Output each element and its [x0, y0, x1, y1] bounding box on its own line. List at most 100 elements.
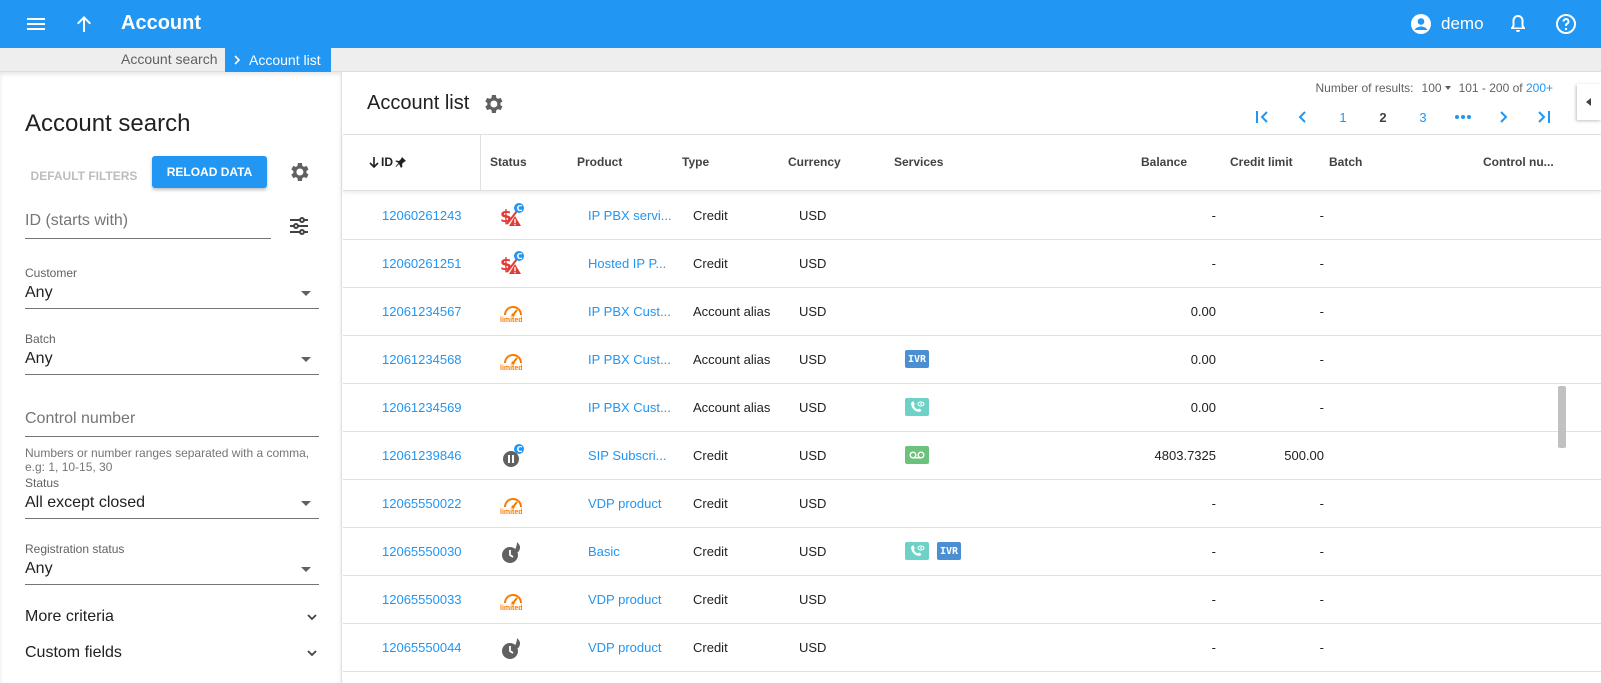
table-row[interactable]: 12061239846 C SIP Subscri... Credit USD 4803.… — [343, 432, 1601, 480]
type-cell: Credit — [693, 256, 728, 271]
control-number-input[interactable]: Control number — [25, 410, 319, 437]
side-panel-toggle[interactable] — [1577, 84, 1601, 120]
bell-icon[interactable] — [1506, 12, 1530, 36]
custom-fields-toggle[interactable]: Custom fields — [25, 644, 319, 662]
table-row[interactable]: 12061234569 IP PBX Cust... Account alias US… — [343, 384, 1601, 432]
top-app-bar: Account demo — [0, 0, 1601, 48]
type-cell: Credit — [693, 496, 728, 511]
customer-select[interactable]: Customer Any — [25, 266, 319, 309]
services-column-header[interactable]: Services — [894, 155, 943, 169]
account-id-link[interactable]: 12061234569 — [382, 400, 462, 415]
balance-column-header[interactable]: Balance — [1141, 155, 1187, 169]
account-id-link[interactable]: 12065550022 — [382, 496, 462, 511]
product-link[interactable]: Basic — [588, 544, 620, 559]
credit-exceeded-warning-icon: $ C — [498, 250, 528, 280]
id-starts-with-input[interactable]: ID (starts with) — [25, 212, 271, 239]
batch-column-header[interactable]: Batch — [1329, 155, 1362, 169]
product-link[interactable]: IP PBX Cust... — [588, 400, 671, 415]
account-list-title: Account list — [367, 92, 470, 114]
svg-text:C: C — [517, 252, 523, 261]
status-select[interactable]: Status All except closed — [25, 476, 319, 519]
account-id-link[interactable]: 12061234568 — [382, 352, 462, 367]
reload-data-button[interactable]: RELOAD DATA — [152, 156, 267, 188]
currency-cell: USD — [799, 496, 827, 511]
table-row[interactable]: 12065550033 limited VDP product Credit USD - - — [343, 576, 1601, 624]
ivr-service-icon: IVR — [905, 350, 929, 368]
product-link[interactable]: VDP product — [588, 496, 661, 511]
menu-icon[interactable] — [24, 12, 48, 36]
credit-limit-column-header[interactable]: Credit limit — [1230, 155, 1293, 169]
currency-cell: USD — [799, 640, 827, 655]
account-id-link[interactable]: 12065550030 — [382, 544, 462, 559]
account-id-link[interactable]: 12060261251 — [382, 256, 462, 271]
product-link[interactable]: VDP product — [588, 592, 661, 607]
product-column-header[interactable]: Product — [577, 155, 622, 169]
table-row[interactable]: 12060261251 $ C Hosted IP P... Credit USD - - — [343, 240, 1601, 288]
account-id-link[interactable]: 12061234567 — [382, 304, 462, 319]
table-row[interactable]: 12060261243 $ C IP PBX servi... Credit USD - - — [343, 192, 1601, 240]
product-link[interactable]: IP PBX Cust... — [588, 304, 671, 319]
prev-page-icon[interactable] — [1283, 110, 1323, 124]
last-page-icon[interactable] — [1523, 110, 1563, 124]
table-row[interactable]: 12065550030 Basic Credit USD IVR - - — [343, 528, 1601, 576]
product-link[interactable]: IP PBX Cust... — [588, 352, 671, 367]
account-id-link[interactable]: 12060261243 — [382, 208, 462, 223]
chevron-right-icon — [234, 55, 241, 65]
help-icon[interactable] — [1554, 12, 1578, 36]
first-page-icon[interactable] — [1243, 110, 1283, 124]
account-id-link[interactable]: 12061239846 — [382, 448, 462, 463]
voicemail-service-icon — [905, 446, 929, 464]
scrollbar-thumb[interactable] — [1558, 386, 1566, 448]
page-1-link[interactable]: 1 — [1323, 110, 1363, 125]
control-number-column-header[interactable]: Control nu... — [1483, 155, 1554, 169]
svg-text:C: C — [517, 445, 523, 454]
currency-column-header[interactable]: Currency — [788, 155, 841, 169]
default-filters-button[interactable]: DEFAULT FILTERS — [25, 160, 143, 192]
page-3-link[interactable]: 3 — [1403, 110, 1443, 125]
product-link[interactable]: VDP product — [588, 640, 661, 655]
product-link[interactable]: SIP Subscri... — [588, 448, 667, 463]
currency-cell: USD — [799, 448, 827, 463]
customer-label: Customer — [25, 266, 78, 280]
id-column-header[interactable]: ID — [343, 135, 481, 191]
type-cell: Credit — [693, 592, 728, 607]
arrow-up-icon[interactable] — [72, 12, 96, 36]
sort-down-icon — [369, 157, 379, 168]
balance-cell: 0.00 — [1190, 352, 1216, 367]
batch-select[interactable]: Batch Any — [25, 332, 319, 375]
balance-cell: - — [1211, 544, 1216, 559]
table-header: ID Status Product Type Currency Services… — [343, 134, 1601, 191]
registration-status-select[interactable]: Registration status Any — [25, 542, 319, 585]
table-row[interactable]: 12061234568 limited IP PBX Cust... Account … — [343, 336, 1601, 384]
breadcrumb-account-search[interactable]: Account search — [121, 51, 218, 67]
more-criteria-toggle[interactable]: More criteria — [25, 608, 319, 626]
filter-options-icon[interactable] — [287, 214, 311, 238]
range-total-link[interactable]: 200+ — [1526, 81, 1553, 95]
dropdown-arrow-icon — [301, 291, 311, 296]
account-id-link[interactable]: 12065550033 — [382, 592, 462, 607]
search-settings-gear-icon[interactable] — [287, 160, 311, 184]
chevron-down-icon — [307, 614, 317, 621]
status-column-header[interactable]: Status — [490, 155, 527, 169]
limited-icon: limited — [498, 346, 528, 376]
more-pages-icon[interactable] — [1443, 114, 1483, 120]
table-row[interactable]: 12065550044 VDP product Credit USD - - — [343, 624, 1601, 672]
call-service-icon — [905, 542, 929, 560]
more-criteria-label: More criteria — [25, 608, 114, 625]
list-settings-gear-icon[interactable] — [481, 92, 505, 116]
table-row[interactable]: 12061234567 limited IP PBX Cust... Account … — [343, 288, 1601, 336]
type-column-header[interactable]: Type — [682, 155, 709, 169]
type-cell: Account alias — [693, 400, 771, 415]
product-link[interactable]: Hosted IP P... — [588, 256, 666, 271]
table-row[interactable]: 12065550022 limited VDP product Credit USD - - — [343, 480, 1601, 528]
type-cell: Account alias — [693, 352, 771, 367]
product-link[interactable]: IP PBX servi... — [588, 208, 672, 223]
results-label: Number of results: — [1315, 81, 1414, 95]
account-id-link[interactable]: 12065550044 — [382, 640, 462, 655]
results-per-page-select[interactable]: 100 — [1422, 81, 1451, 95]
next-page-icon[interactable] — [1483, 110, 1523, 124]
credit-limit-cell: - — [1319, 304, 1324, 319]
user-menu[interactable]: demo — [1409, 12, 1484, 36]
search-panel: Account search DEFAULT FILTERS RELOAD DA… — [0, 72, 342, 683]
page-2-current[interactable]: 2 — [1363, 110, 1403, 125]
